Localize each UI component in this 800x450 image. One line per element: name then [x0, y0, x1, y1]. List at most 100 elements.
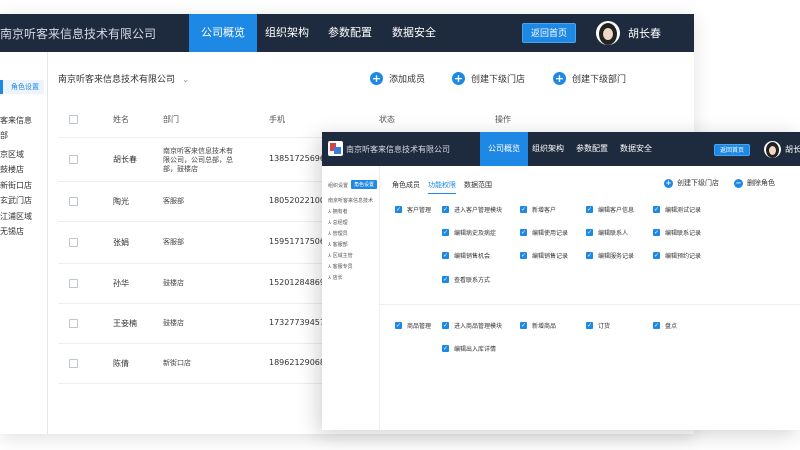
add-member-button[interactable]: + 添加成员: [370, 70, 425, 86]
row-checkbox[interactable]: [69, 197, 78, 206]
avatar[interactable]: [764, 141, 781, 158]
member-name: 陈倩: [113, 359, 129, 368]
checkbox-checked-icon: ✓: [395, 322, 402, 329]
perm-item[interactable]: ✓ 编辑销售记录: [520, 251, 568, 260]
sidebar-item[interactable]: 鼓楼店: [0, 164, 24, 175]
avatar[interactable]: [596, 21, 620, 45]
perm-group-customer[interactable]: ✓ 客户管理: [395, 205, 431, 214]
checkbox-checked-icon: ✓: [586, 206, 593, 213]
nav-parameters[interactable]: 参数配置: [316, 14, 384, 52]
sidebar-item[interactable]: 无锡店: [0, 226, 24, 237]
nav-parameters[interactable]: 参数配置: [568, 132, 616, 166]
perm-item[interactable]: ✓ 订货: [586, 321, 610, 330]
breadcrumb[interactable]: 南京听客来信息技术有限公司 ⌄: [58, 72, 189, 85]
role-permissions-window: 南京听客来信息技术有限公司 公司概览 组织架构 参数配置 数据安全 返回首页 胡…: [322, 132, 800, 430]
company-title: 南京听客来信息技术有限公司: [0, 27, 157, 41]
perm-item[interactable]: ✓ 进入客户管理模块: [442, 205, 502, 214]
perm-item[interactable]: ✓ 编辑测试记录: [653, 205, 701, 214]
user-name[interactable]: 胡长: [785, 144, 800, 155]
sidebar-role-item[interactable]: ⅄ 客服专员: [328, 263, 353, 270]
chevron-down-icon[interactable]: ⌄: [182, 75, 190, 85]
column-status: 状态: [379, 115, 395, 124]
checkbox-checked-icon: ✓: [586, 322, 593, 329]
perm-item[interactable]: ✓ 新增客户: [520, 205, 556, 214]
perm-label: 新增商品: [532, 323, 557, 330]
plus-icon: +: [452, 71, 465, 85]
row-checkbox[interactable]: [69, 279, 78, 288]
checkbox-checked-icon: ✓: [520, 206, 527, 213]
row-checkbox[interactable]: [69, 359, 78, 368]
top-navbar: 南京听客来信息技术有限公司 公司概览 组织架构 参数配置 数据安全 返回首页 胡…: [322, 132, 800, 166]
perm-item[interactable]: ✓ 查看联系方式: [442, 275, 490, 284]
perm-label: 编辑联系记录: [665, 230, 702, 237]
perm-item[interactable]: ✓ 盘点: [653, 321, 677, 330]
nav-organization[interactable]: 组织架构: [524, 132, 572, 166]
checkbox-checked-icon: ✓: [442, 252, 449, 259]
create-department-button[interactable]: + 创建下级部门: [553, 70, 626, 86]
member-name: 陶光: [113, 197, 129, 206]
plus-icon: +: [664, 178, 673, 188]
perm-item[interactable]: ✓ 编辑预约记录: [653, 251, 701, 260]
row-checkbox[interactable]: [69, 155, 78, 164]
sidebar-role-item[interactable]: ⅄ 拥有者: [328, 208, 348, 215]
sidebar-role-item[interactable]: ⅄ 管理员: [328, 230, 348, 237]
sidebar-role-item[interactable]: ⅄ 店长: [328, 274, 343, 281]
sidebar-role-item[interactable]: ⅄ 客服部: [328, 241, 348, 248]
row-checkbox[interactable]: [69, 319, 78, 328]
create-store-button[interactable]: + 创建下级门店: [452, 70, 525, 86]
sidebar-item[interactable]: 京区域: [0, 149, 24, 160]
member-phone: 13851725696: [269, 154, 325, 163]
sidebar-item[interactable]: 部: [0, 130, 8, 141]
home-button[interactable]: 返回首页: [714, 144, 751, 156]
tab-data-scope[interactable]: 数据范围: [464, 180, 492, 190]
column-phone: 手机: [269, 115, 285, 124]
role-settings-button[interactable]: 角色设置: [0, 80, 44, 94]
screenshot-stage: 南京听客来信息技术有限公司 公司概览 组织架构 参数配置 数据安全 返回首页 胡…: [0, 0, 800, 450]
perm-item[interactable]: ✓ 编辑出入库详情: [442, 344, 496, 353]
tab-function-permissions[interactable]: 功能权限: [428, 180, 456, 194]
checkbox-checked-icon: ✓: [653, 229, 660, 236]
delete-role-label: 删除角色: [747, 179, 775, 187]
perm-item[interactable]: ✓ 编辑联系人: [586, 228, 628, 237]
sidebar-item[interactable]: 客来信息: [0, 115, 32, 126]
perm-item[interactable]: ✓ 进入商品管理模块: [442, 321, 502, 330]
perm-group-product[interactable]: ✓ 商品管理: [395, 321, 431, 330]
role-label: 总经理: [332, 220, 348, 226]
tab-role-members[interactable]: 角色成员: [392, 180, 420, 190]
nav-company-overview[interactable]: 公司概览: [189, 14, 257, 52]
sidebar-item[interactable]: 江浦区域: [0, 211, 32, 222]
perm-item[interactable]: ✓ 编辑客户信息: [586, 205, 634, 214]
perm-item[interactable]: ✓ 编辑病史及病症: [442, 228, 496, 237]
nav-organization[interactable]: 组织架构: [253, 14, 321, 52]
dept-line: 限公司，公司总部，总: [163, 156, 233, 164]
sidebar-role-item[interactable]: ⅄ 区域主管: [328, 252, 353, 259]
checkbox-checked-icon: ✓: [586, 229, 593, 236]
column-actions: 操作: [495, 115, 511, 124]
sidebar-item[interactable]: 新街口店: [0, 180, 32, 191]
perm-item[interactable]: ✓ 编辑销售机会: [442, 251, 490, 260]
section-divider: [380, 304, 800, 305]
select-all-checkbox[interactable]: [69, 115, 78, 124]
delete-role-button[interactable]: − 删除角色: [734, 178, 775, 188]
sidebar-role-item[interactable]: ⅄ 总经理: [328, 219, 348, 226]
sidebar-item[interactable]: 玄武门店: [0, 195, 32, 206]
nav-data-security[interactable]: 数据安全: [612, 132, 660, 166]
perm-item[interactable]: ✓ 编辑服务记录: [586, 251, 634, 260]
checkbox-checked-icon: ✓: [442, 206, 449, 213]
nav-company-overview[interactable]: 公司概览: [480, 132, 528, 166]
create-store-button[interactable]: + 创建下级门店: [664, 178, 719, 188]
perm-item[interactable]: ✓ 编辑联系记录: [653, 228, 701, 237]
checkbox-checked-icon: ✓: [653, 206, 660, 213]
row-checkbox[interactable]: [69, 238, 78, 247]
perm-label: 编辑出入库详情: [454, 346, 497, 353]
nav-data-security[interactable]: 数据安全: [380, 14, 448, 52]
perm-item[interactable]: ✓ 编辑使用记录: [520, 228, 568, 237]
org-settings-link[interactable]: 组织设置: [328, 182, 348, 189]
perm-item[interactable]: ✓ 新增商品: [520, 321, 556, 330]
perm-label: 编辑销售记录: [532, 253, 569, 260]
role-settings-button[interactable]: 角色设置: [351, 180, 378, 189]
user-name[interactable]: 胡长春: [628, 25, 661, 41]
member-phone: 15201284869: [269, 278, 325, 287]
home-button[interactable]: 返回首页: [522, 23, 577, 43]
sidebar-company[interactable]: 南京听客来信息技术: [328, 197, 373, 204]
